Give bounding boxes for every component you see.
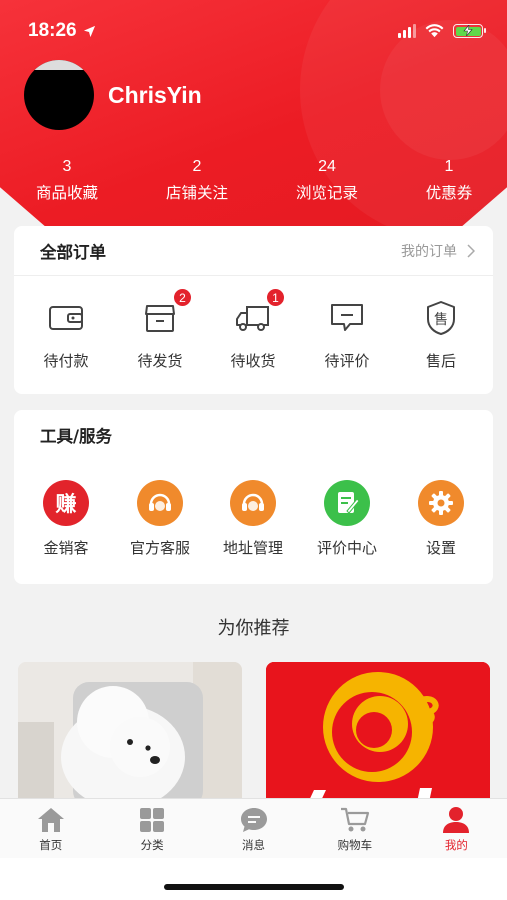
comment-icon <box>325 296 369 340</box>
order-pending-shipment[interactable]: 2 待发货 <box>114 288 206 371</box>
services-title: 工具/服务 <box>40 427 113 446</box>
service-label: 设置 <box>425 539 456 557</box>
badge-count: 2 <box>173 288 192 307</box>
tab-label: 我的 <box>444 838 468 852</box>
tab-label: 购物车 <box>337 838 373 852</box>
service-label: 金销客 <box>43 539 89 557</box>
service-label: 地址管理 <box>222 539 283 557</box>
home-indicator[interactable] <box>164 884 344 890</box>
cart-icon <box>339 805 371 835</box>
after-sale-icon: 售 <box>419 296 463 340</box>
profile-icon <box>440 805 472 835</box>
service-label: 评价中心 <box>316 539 377 557</box>
order-pending-review[interactable]: 待评价 <box>301 296 393 371</box>
orders-card: 全部订单 我的订单 待付款 2 待发货 1 待收货 待评价 售 售后 <box>14 226 493 394</box>
product-image <box>18 662 242 807</box>
location-arrow-icon <box>83 25 95 37</box>
my-orders-link[interactable]: 我的订单 <box>401 241 475 261</box>
stat-label: 优惠券 <box>425 184 473 202</box>
address-icon <box>230 480 276 526</box>
home-indicator-area <box>0 858 507 900</box>
order-pending-payment[interactable]: 待付款 <box>20 296 112 371</box>
tab-label: 消息 <box>242 838 266 852</box>
category-icon <box>136 805 168 835</box>
signal-icon <box>398 24 416 38</box>
tab-label: 分类 <box>140 838 164 852</box>
order-item-label: 待发货 <box>137 352 183 370</box>
stat-history[interactable]: 24 浏览记录 <box>272 156 382 203</box>
stat-label: 商品收藏 <box>35 184 98 202</box>
battery-icon <box>453 24 486 38</box>
recommend-title: 为你推荐 <box>217 618 290 639</box>
product-card-dog[interactable] <box>18 662 242 807</box>
order-item-label: 售后 <box>425 352 456 370</box>
tab-label: 首页 <box>39 838 63 852</box>
order-item-label: 待付款 <box>43 352 89 370</box>
orders-title: 全部订单 <box>40 242 106 262</box>
username[interactable]: ChrisYin <box>108 82 202 109</box>
service-settings[interactable]: 设置 <box>395 480 487 558</box>
support-icon <box>137 480 183 526</box>
product-card-logo[interactable] <box>266 662 490 807</box>
my-orders-label: 我的订单 <box>401 243 457 260</box>
tab-messages[interactable]: 消息 <box>203 799 304 858</box>
order-pending-receipt[interactable]: 1 待收货 <box>207 288 299 371</box>
services-card: 工具/服务 赚 金销客 官方客服 地址管理 评价中心 设置 <box>14 410 493 584</box>
tab-cart[interactable]: 购物车 <box>304 799 405 858</box>
gear-icon <box>418 480 464 526</box>
tab-category[interactable]: 分类 <box>101 799 202 858</box>
review-icon <box>324 480 370 526</box>
stat-label: 浏览记录 <box>295 184 358 202</box>
stat-coupons[interactable]: 1 优惠券 <box>394 156 504 203</box>
service-address-management[interactable]: 地址管理 <box>207 480 299 558</box>
status-bar: 18:26 <box>28 18 486 44</box>
stat-value: 2 <box>192 158 202 175</box>
stat-label: 店铺关注 <box>165 184 228 202</box>
service-customer-support[interactable]: 官方客服 <box>114 480 206 558</box>
wallet-icon <box>44 296 88 340</box>
service-label: 官方客服 <box>129 539 190 557</box>
status-time: 18:26 <box>28 20 96 42</box>
service-jinxiaoke[interactable]: 赚 金销客 <box>20 480 112 558</box>
message-icon <box>238 805 270 835</box>
service-review-center[interactable]: 评价中心 <box>301 480 393 558</box>
stat-value: 3 <box>62 158 72 175</box>
box-icon: 2 <box>138 288 192 340</box>
truck-icon: 1 <box>231 288 285 340</box>
tab-bar: 首页 分类 消息 购物车 我的 <box>0 798 507 858</box>
order-after-sale[interactable]: 售 售后 <box>395 296 487 371</box>
stat-value: 1 <box>444 158 454 175</box>
badge-count: 1 <box>266 288 285 307</box>
chevron-right-icon <box>467 243 475 258</box>
wifi-icon <box>425 24 444 38</box>
order-item-label: 待收货 <box>230 352 276 370</box>
stat-value: 24 <box>318 158 336 175</box>
stat-followed-shops[interactable]: 2 店铺关注 <box>142 156 252 203</box>
tab-home[interactable]: 首页 <box>0 799 101 858</box>
home-icon <box>35 805 67 835</box>
order-item-label: 待评价 <box>324 352 370 370</box>
tab-profile[interactable]: 我的 <box>406 799 507 858</box>
product-image <box>266 662 490 807</box>
avatar[interactable] <box>24 60 94 130</box>
svg-text:售: 售 <box>434 312 448 328</box>
earn-icon: 赚 <box>43 480 89 526</box>
clock: 18:26 <box>28 20 77 41</box>
stat-favorites[interactable]: 3 商品收藏 <box>12 156 122 203</box>
